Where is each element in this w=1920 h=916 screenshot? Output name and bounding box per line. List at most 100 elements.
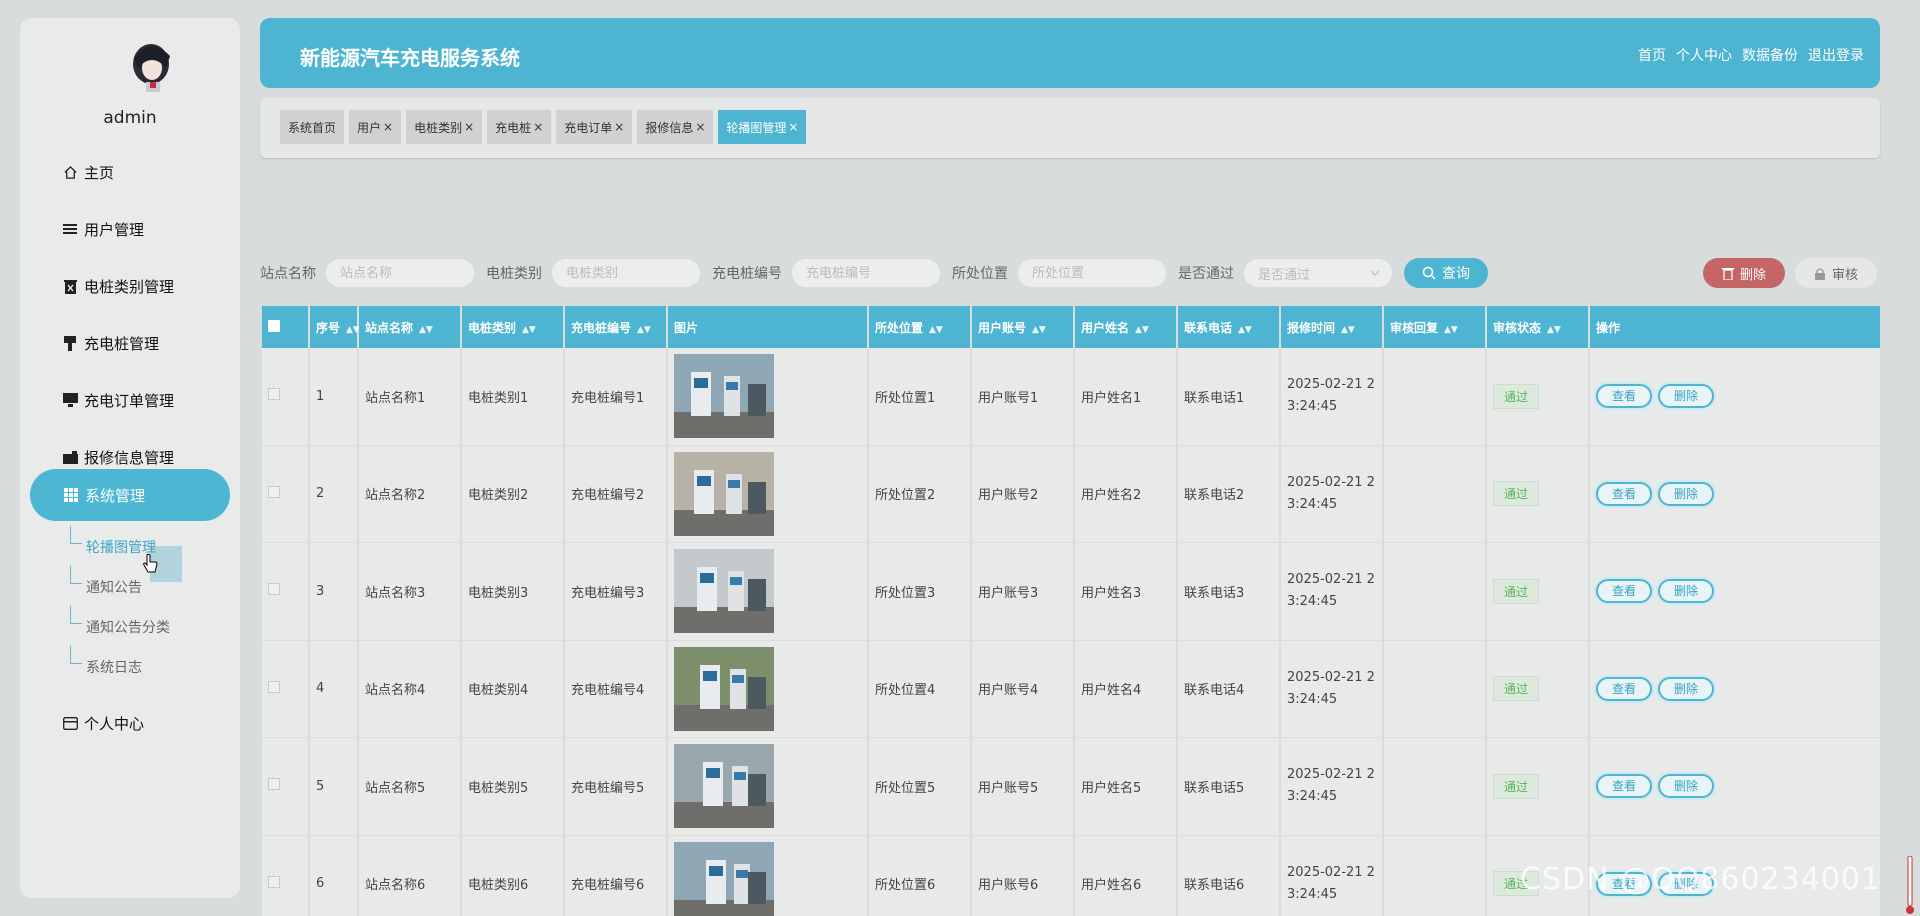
tab-0[interactable]: 系统首页 — [280, 110, 345, 144]
station-name-input[interactable] — [340, 265, 462, 281]
avatar[interactable] — [126, 38, 176, 94]
table-row[interactable]: 1 站点名称1 电桩类别1 充电桩编号1 所处位置1 用户账号1 用户姓名1 联系电话1 202… — [262, 348, 1880, 446]
table-row[interactable]: 2 站点名称2 电桩类别2 充电桩编号2 所处位置2 用户账号2 用户姓名2 联系电话2 202… — [262, 445, 1880, 543]
column-header[interactable]: 序号 ▲▼ — [310, 306, 360, 348]
sidebar-item-charging-order[interactable]: 充电订单管理 — [62, 386, 174, 414]
delete-button[interactable]: 删除 — [1658, 676, 1714, 701]
sidebar-item-users[interactable]: 用户管理 — [62, 215, 144, 243]
charging-station-photo[interactable] — [674, 451, 774, 536]
view-button[interactable]: 查看 — [1596, 676, 1652, 701]
table-row[interactable]: 5 站点名称5 电桩类别5 充电桩编号5 所处位置5 用户账号5 用户姓名5 联系电话5 202… — [262, 738, 1880, 836]
column-header[interactable]: 站点名称 ▲▼ — [359, 306, 460, 348]
column-header[interactable]: 充电桩编号 ▲▼ — [565, 306, 666, 348]
submenu-notice-category[interactable]: 通知公告分类 — [86, 617, 170, 637]
sidebar-item-profile[interactable]: 个人中心 — [62, 709, 144, 737]
approved-select[interactable]: 是否通过 — [1244, 259, 1392, 287]
header-link-backup[interactable]: 数据备份 — [1742, 45, 1798, 65]
charging-station-photo[interactable] — [674, 841, 774, 916]
sort-icon[interactable]: ▲▼ — [637, 325, 651, 335]
sort-icon[interactable]: ▲▼ — [929, 325, 943, 335]
location-input[interactable] — [1032, 265, 1154, 281]
row-checkbox[interactable] — [268, 388, 280, 401]
sidebar-item-system[interactable]: 系统管理 — [30, 469, 230, 521]
charging-station-photo[interactable] — [674, 354, 774, 439]
sidebar-item-home[interactable]: 主页 — [62, 158, 114, 186]
charging-station-photo[interactable] — [674, 744, 774, 829]
sort-icon[interactable]: ▲▼ — [522, 325, 536, 335]
charging-station-photo[interactable] — [674, 646, 774, 731]
row-index: 5 — [310, 738, 357, 836]
sidebar-item-label: 系统管理 — [85, 486, 146, 505]
table-row[interactable]: 4 站点名称4 电桩类别4 充电桩编号4 所处位置4 用户账号4 用户姓名4 联系电话4 202… — [262, 640, 1880, 738]
column-header[interactable]: 用户账号 ▲▼ — [972, 306, 1073, 348]
row-index: 3 — [310, 543, 357, 641]
query-button-label: 查询 — [1442, 266, 1470, 282]
tab-1[interactable]: 用户 × — [349, 110, 402, 144]
sort-icon[interactable]: ▲▼ — [1547, 325, 1561, 335]
row-checkbox[interactable] — [268, 778, 280, 791]
close-icon[interactable]: × — [788, 120, 798, 134]
row-checkbox[interactable] — [268, 875, 280, 888]
select-all-checkbox[interactable] — [268, 319, 280, 332]
view-button[interactable]: 查看 — [1596, 579, 1652, 604]
row-checkbox[interactable] — [268, 680, 280, 693]
audit-button[interactable]: 审核 — [1795, 258, 1877, 288]
close-icon[interactable]: × — [695, 120, 705, 134]
delete-button[interactable]: 删除 — [1658, 774, 1714, 799]
column-header-label: 站点名称 — [365, 320, 414, 335]
column-header-label: 所处位置 — [875, 320, 924, 335]
tab-3[interactable]: 充电桩 × — [487, 110, 552, 144]
contact-phone: 联系电话6 — [1178, 835, 1279, 916]
sort-icon[interactable]: ▲▼ — [1135, 325, 1149, 335]
sort-icon[interactable]: ▲▼ — [1238, 325, 1252, 335]
sort-icon[interactable]: ▲▼ — [346, 325, 360, 335]
column-header[interactable]: 报修时间 ▲▼ — [1281, 306, 1382, 348]
sort-icon[interactable]: ▲▼ — [1444, 325, 1458, 335]
tab-6[interactable]: 轮播图管理 × — [718, 110, 807, 144]
header-link-profile[interactable]: 个人中心 — [1676, 45, 1732, 65]
column-header[interactable]: 图片 — [668, 306, 867, 348]
column-header[interactable]: 联系电话 ▲▼ — [1178, 306, 1279, 348]
sort-icon[interactable]: ▲▼ — [1032, 325, 1046, 335]
row-checkbox[interactable] — [268, 485, 280, 498]
row-checkbox[interactable] — [268, 583, 280, 596]
close-icon[interactable]: × — [383, 120, 393, 134]
pile-number-input[interactable] — [806, 265, 928, 281]
repair-time-line: 2025-02-21 2 — [1287, 474, 1375, 490]
view-button[interactable]: 查看 — [1596, 481, 1652, 506]
delete-button[interactable]: 删除 — [1658, 579, 1714, 604]
pile-number: 充电桩编号6 — [565, 835, 666, 916]
tab-2[interactable]: 电桩类别 × — [406, 110, 483, 144]
sidebar-item-repair[interactable]: 报修信息管理 — [62, 443, 174, 471]
tab-5[interactable]: 报修信息 × — [637, 110, 714, 144]
column-header[interactable]: 电桩类别 ▲▼ — [462, 306, 563, 348]
column-header[interactable]: 审核回复 ▲▼ — [1384, 306, 1485, 348]
sort-icon[interactable]: ▲▼ — [1341, 325, 1355, 335]
view-button[interactable]: 查看 — [1596, 774, 1652, 799]
monitor-icon — [62, 392, 78, 408]
pile-category-input[interactable] — [566, 265, 688, 281]
table-row[interactable]: 3 站点名称3 电桩类别3 充电桩编号3 所处位置3 用户账号3 用户姓名3 联系电话3 202… — [262, 543, 1880, 641]
column-header[interactable]: 审核状态 ▲▼ — [1487, 306, 1588, 348]
batch-delete-button[interactable]: 删除 — [1703, 258, 1785, 288]
column-header-label: 用户姓名 — [1081, 320, 1130, 335]
view-button[interactable]: 查看 — [1596, 384, 1652, 409]
header-link-home[interactable]: 首页 — [1638, 45, 1666, 65]
charging-station-photo[interactable] — [674, 549, 774, 634]
delete-button[interactable]: 删除 — [1658, 481, 1714, 506]
close-icon[interactable]: × — [533, 120, 543, 134]
audit-reply — [1384, 640, 1485, 738]
column-header[interactable]: 用户姓名 ▲▼ — [1075, 306, 1176, 348]
sidebar-item-pile-category[interactable]: 电桩类别管理 — [62, 272, 174, 300]
sort-icon[interactable]: ▲▼ — [419, 325, 433, 335]
submenu-notice[interactable]: 通知公告 — [86, 577, 142, 597]
column-header[interactable]: 所处位置 ▲▼ — [869, 306, 970, 348]
submenu-system-log[interactable]: 系统日志 — [86, 657, 142, 677]
close-icon[interactable]: × — [614, 120, 624, 134]
sidebar-item-charging-pile[interactable]: 充电桩管理 — [62, 329, 159, 357]
query-button[interactable]: 查询 — [1404, 258, 1488, 288]
tab-4[interactable]: 充电订单 × — [556, 110, 633, 144]
close-icon[interactable]: × — [464, 120, 474, 134]
delete-button[interactable]: 删除 — [1658, 384, 1714, 409]
header-link-logout[interactable]: 退出登录 — [1808, 45, 1864, 65]
